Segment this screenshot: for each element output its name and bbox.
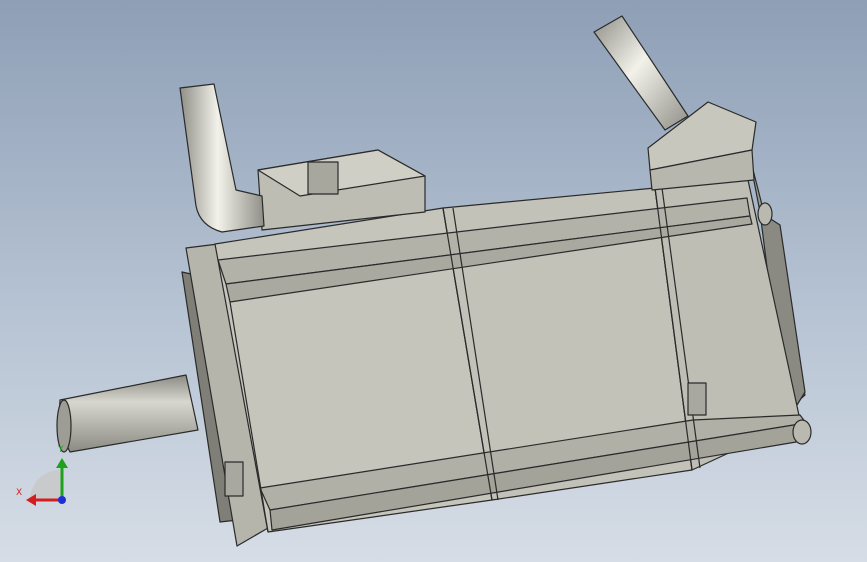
connector-slot bbox=[307, 161, 339, 195]
notch bbox=[224, 461, 244, 497]
cable-pipe-left bbox=[179, 83, 265, 233]
cable-pipe-right bbox=[593, 15, 689, 131]
rear-bolt bbox=[792, 419, 812, 445]
triad-y-arrow bbox=[56, 458, 68, 468]
triad-x-label: X bbox=[16, 488, 23, 498]
motor-model[interactable] bbox=[0, 0, 867, 562]
output-shaft bbox=[59, 374, 199, 453]
triad-z-origin bbox=[58, 496, 66, 504]
notch bbox=[687, 382, 707, 416]
graphics-viewport[interactable]: X Y bbox=[0, 0, 867, 562]
orientation-triad bbox=[26, 458, 68, 506]
triad-y-label: Y bbox=[58, 445, 64, 455]
rear-bolt-top bbox=[757, 202, 773, 226]
